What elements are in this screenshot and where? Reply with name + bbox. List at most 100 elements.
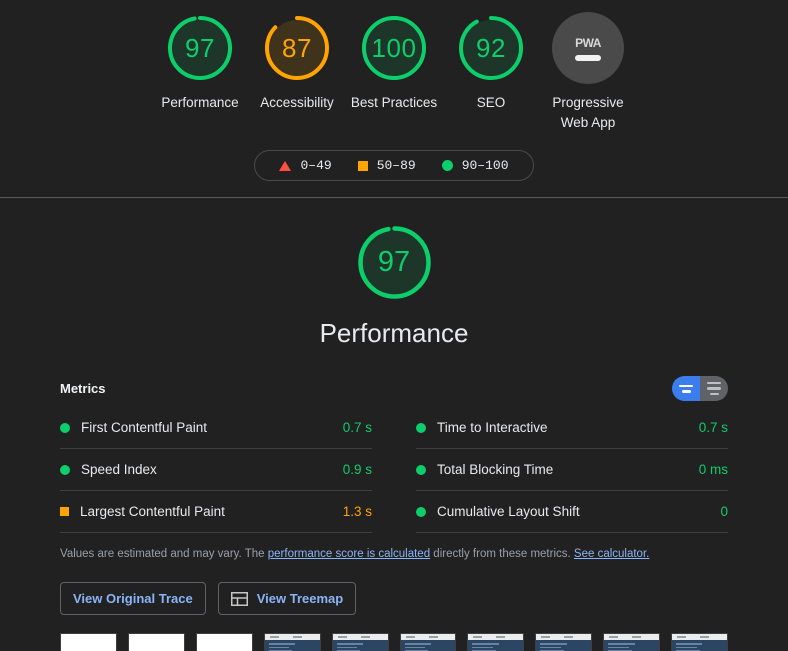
frame-bar-detail	[269, 636, 279, 638]
frame-content-lines	[676, 643, 709, 651]
metric-row[interactable]: First Contentful Paint 0.7 s	[60, 407, 372, 449]
view-original-trace-label: View Original Trace	[73, 591, 193, 606]
frame-bar-detail	[541, 636, 551, 638]
score-item-accessibility[interactable]: 87 Accessibility	[249, 12, 346, 113]
frame-bar-detail	[564, 636, 574, 638]
filmstrip-frame[interactable]	[671, 633, 729, 651]
metrics-header: Metrics	[60, 376, 728, 407]
metric-value: 0 ms	[698, 462, 728, 477]
gauge-best-practices: 100	[358, 12, 430, 84]
frame-bar-detail	[609, 636, 619, 638]
metric-row[interactable]: Cumulative Layout Shift 0	[416, 491, 728, 533]
legend-item-pass: 90–100	[441, 158, 509, 173]
category-header-performance: 97 Performance	[0, 198, 788, 349]
metric-name: Time to Interactive	[437, 420, 548, 435]
frame-bar-detail	[496, 636, 506, 638]
treemap-icon	[230, 591, 248, 606]
frame-bar-detail	[337, 636, 347, 638]
disclaimer-text-part2: directly from these metrics.	[430, 548, 574, 560]
status-circle-icon	[416, 464, 426, 475]
triangle-icon	[279, 160, 292, 171]
frame-bar-detail	[292, 636, 302, 638]
score-label-performance: Performance	[161, 95, 239, 110]
gauge-performance: 97	[164, 12, 236, 84]
lighthouse-report: 97 Performance 87 Accessibility 100 Best…	[0, 0, 788, 651]
metric-row[interactable]: Time to Interactive 0.7 s	[416, 407, 728, 449]
status-circle-icon	[60, 464, 70, 475]
filmstrip-frame[interactable]	[331, 633, 389, 651]
status-circle-icon	[416, 506, 426, 517]
page-title: Performance	[319, 318, 469, 348]
frame-content-lines	[336, 643, 370, 651]
metrics-action-buttons: View Original Trace View Treemap	[60, 582, 728, 615]
description-icon-bar	[707, 381, 721, 385]
circle-icon	[441, 160, 453, 171]
gauge-value-accessibility: 87	[282, 32, 312, 63]
legend-range-fail: 0–49	[300, 158, 332, 173]
legend-item-fail: 0–49	[279, 158, 332, 173]
see-calculator-link[interactable]: See calculator.	[574, 548, 649, 560]
filmstrip-frame[interactable]	[60, 633, 117, 651]
score-summary-strip: 97 Performance 87 Accessibility 100 Best…	[0, 0, 788, 133]
frame-bar-detail	[405, 636, 415, 638]
filmstrip-frame[interactable]	[603, 633, 661, 651]
frame-content-lines	[472, 643, 505, 651]
metric-row[interactable]: Largest Contentful Paint 1.3 s	[60, 491, 372, 533]
filmstrip-frame[interactable]	[127, 633, 185, 651]
filmstrip-frame[interactable]	[195, 633, 253, 651]
pwa-label: PWA	[575, 35, 601, 50]
legend-range-average: 50–89	[376, 158, 416, 173]
filmstrip-frame[interactable]	[399, 633, 457, 651]
filmstrip-frame[interactable]	[535, 633, 593, 651]
metric-value: 0	[720, 504, 728, 519]
metric-value: 1.3 s	[342, 504, 372, 519]
status-circle-icon	[60, 422, 70, 433]
metrics-section: Metrics First Contentful Paint 0.7 s Tim…	[0, 376, 788, 615]
screenshot-filmstrip	[0, 633, 788, 651]
category-gauge-performance: 97	[354, 222, 435, 303]
metric-name: First Contentful Paint	[81, 420, 208, 435]
score-label-pwa: Progressive Web App	[552, 95, 624, 130]
frame-bar-detail	[632, 636, 642, 638]
view-treemap-button[interactable]: View Treemap	[217, 582, 357, 615]
score-legend: 0–49 50–89 90–100	[254, 150, 534, 181]
score-item-performance[interactable]: 97 Performance	[152, 12, 249, 113]
frame-bar-detail	[360, 636, 370, 638]
gauge-accessibility: 87	[261, 12, 333, 84]
view-original-trace-button[interactable]: View Original Trace	[60, 582, 206, 615]
filmstrip-frame[interactable]	[467, 633, 525, 651]
metrics-view-toggle[interactable]	[672, 376, 728, 401]
score-label-seo: SEO	[476, 95, 506, 110]
category-gauge-value: 97	[377, 246, 411, 278]
metric-row[interactable]: Speed Index 0.9 s	[60, 449, 372, 491]
frame-bar-detail	[428, 636, 438, 638]
metric-value: 0.9 s	[342, 462, 372, 477]
disclaimer-text-part1: Values are estimated and may vary. The	[60, 548, 268, 560]
description-icon-bar	[707, 387, 721, 390]
score-label-best-practices: Best Practices	[350, 95, 438, 110]
score-item-best-practices[interactable]: 100 Best Practices	[346, 12, 443, 113]
score-legend-wrap: 0–49 50–89 90–100	[0, 150, 788, 181]
toggle-option-expanded[interactable]	[700, 376, 728, 401]
score-item-seo[interactable]: 92 SEO	[443, 12, 540, 113]
frame-content-lines	[540, 643, 573, 651]
metric-value: 0.7 s	[698, 420, 728, 435]
metrics-disclaimer: Values are estimated and may vary. The p…	[60, 546, 728, 562]
status-circle-icon	[416, 422, 426, 433]
metric-name: Cumulative Layout Shift	[437, 504, 580, 519]
frame-content-lines	[608, 643, 641, 651]
list-icon-bar	[679, 384, 693, 387]
pwa-badge-icon: PWA	[552, 12, 624, 84]
square-icon	[357, 160, 368, 171]
score-item-pwa[interactable]: PWA Progressive Web App	[540, 12, 637, 133]
gauge-seo: 92	[455, 12, 527, 84]
gauge-value-performance: 97	[185, 32, 215, 63]
performance-score-calculated-link[interactable]: performance score is calculated	[268, 548, 430, 560]
status-square-icon	[60, 507, 69, 516]
metric-row[interactable]: Total Blocking Time 0 ms	[416, 449, 728, 491]
frame-content-lines	[268, 643, 302, 651]
score-label-accessibility: Accessibility	[260, 95, 334, 110]
filmstrip-frame[interactable]	[263, 633, 321, 651]
toggle-option-compact[interactable]	[672, 376, 700, 401]
metric-name: Total Blocking Time	[437, 462, 554, 477]
